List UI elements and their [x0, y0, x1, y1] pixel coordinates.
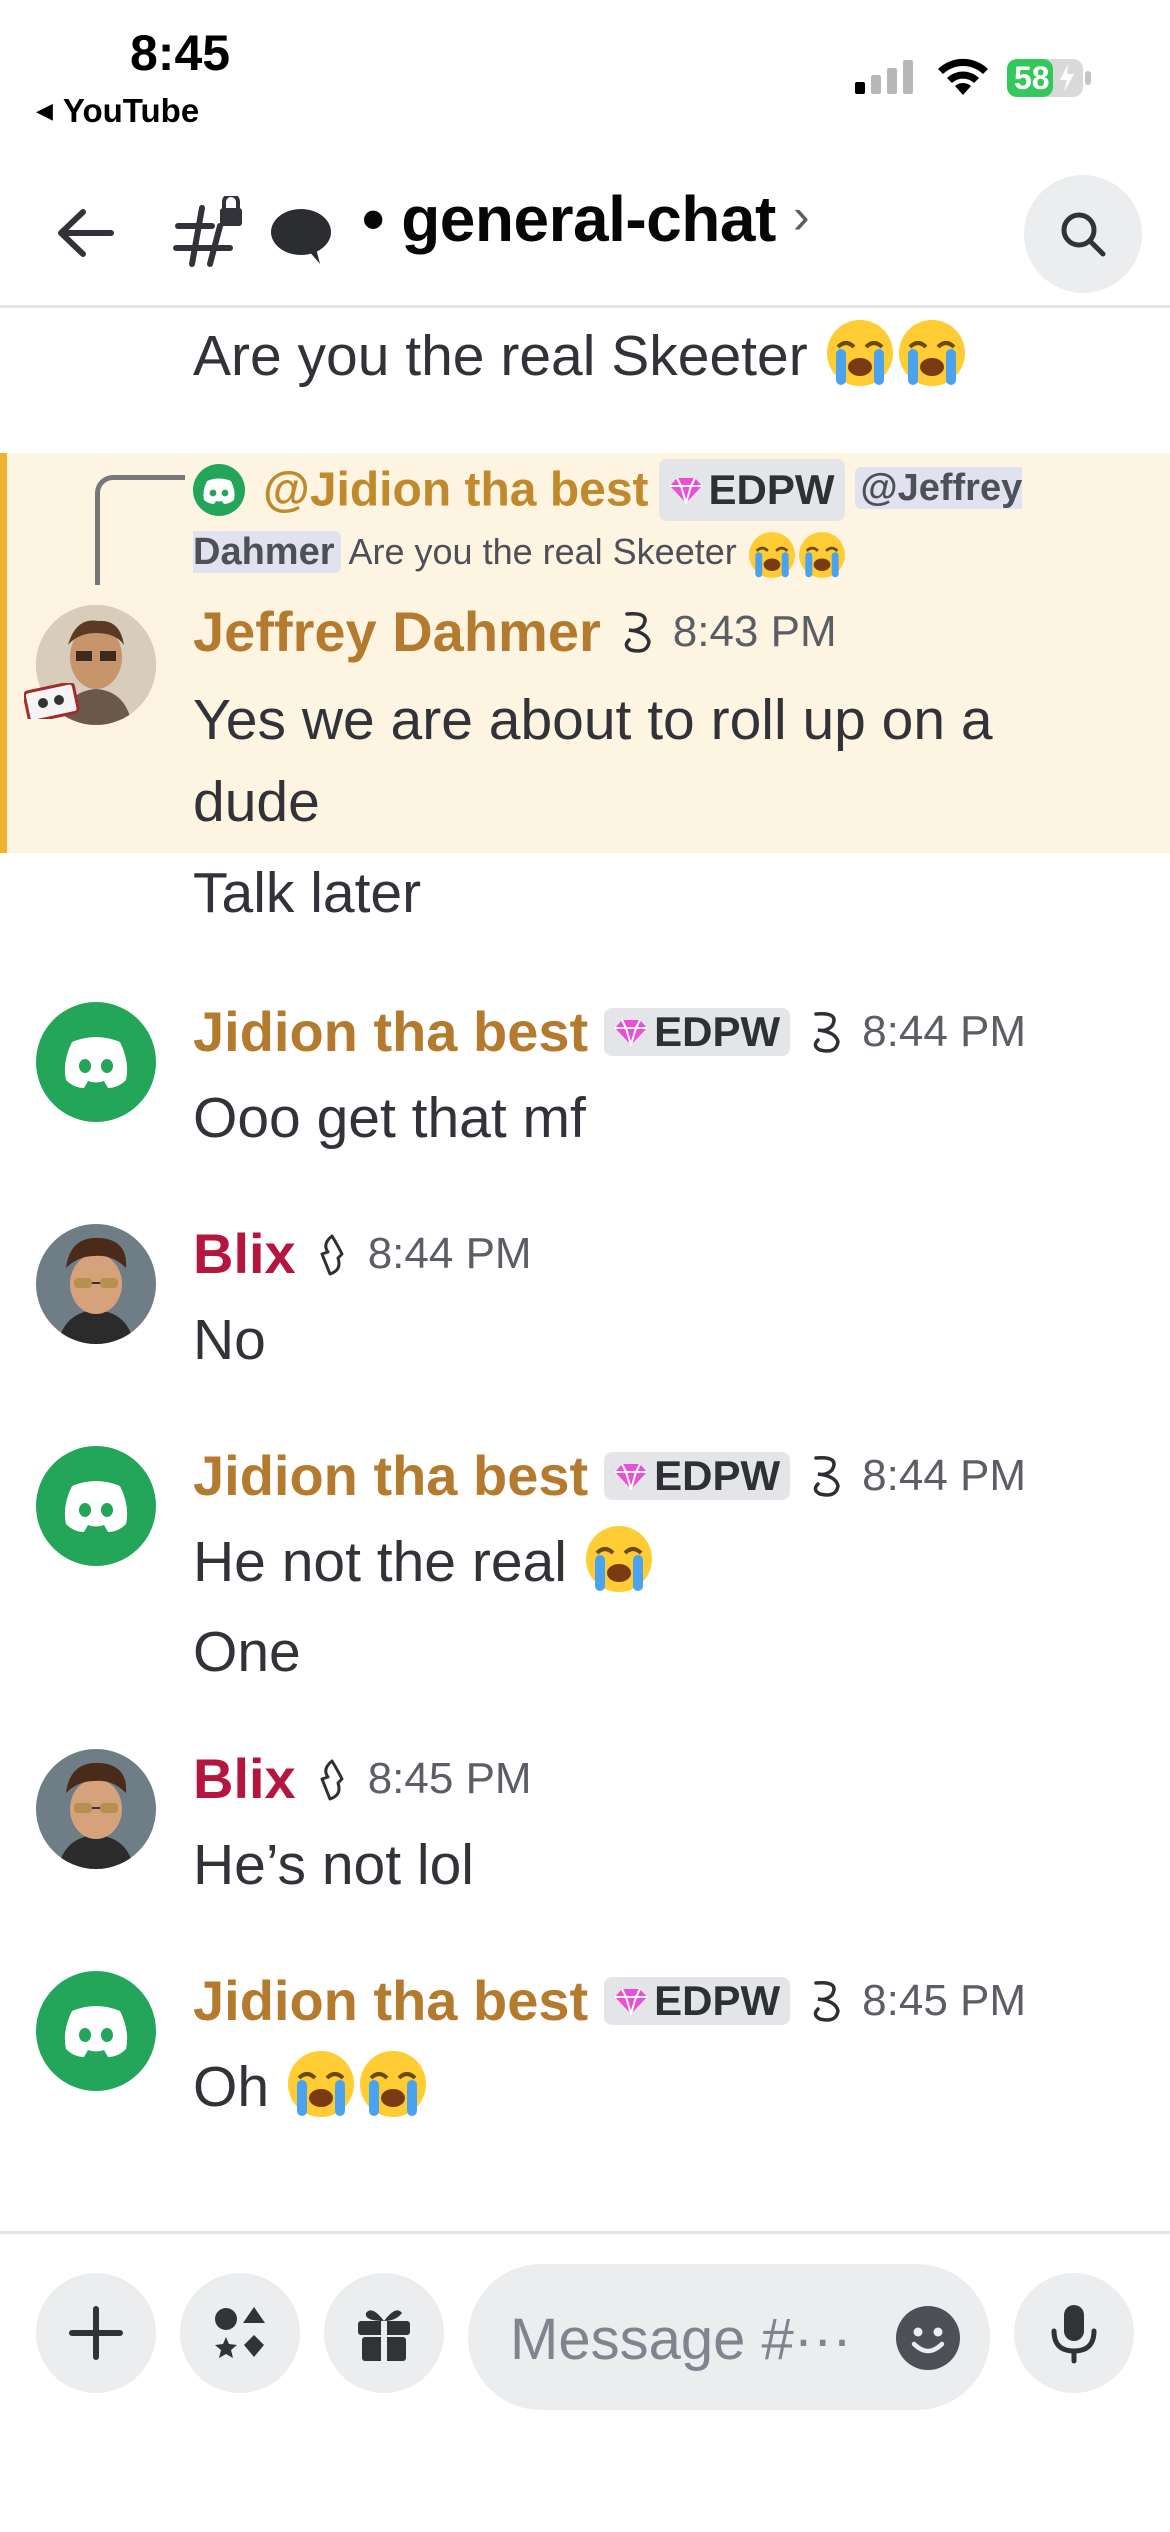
channel-header: • general-chat ›: [0, 160, 1170, 308]
loudly-crying-emoji-icon: [359, 2051, 426, 2117]
message-text: Ooo get that mf: [193, 1086, 586, 1150]
role-tag: EDPW: [604, 1451, 791, 1500]
discord-avatar-small: [193, 464, 245, 517]
chevron-right-icon: ›: [793, 188, 810, 244]
voice-message-button[interactable]: [1014, 2273, 1134, 2393]
swirl-badge-icon: [813, 1455, 840, 1497]
cellular-signal-icon: [855, 60, 913, 94]
timestamp: 8:45 PM: [367, 1753, 532, 1803]
clock: 8:45: [130, 25, 231, 81]
arrow-left-icon: [58, 209, 114, 257]
reply-connector: [95, 475, 185, 585]
author-name[interactable]: Jidion tha best: [193, 999, 588, 1064]
emoji-button[interactable]: [896, 2306, 960, 2370]
avatar-image: [36, 1749, 156, 1869]
message-header: Jidion tha best EDPW 8:44 PM: [193, 1443, 1026, 1508]
message-header: Blix 8:44 PM: [193, 1221, 532, 1286]
author-name[interactable]: Jeffrey Dahmer: [193, 599, 601, 664]
speech-bubble-icon: [271, 209, 331, 264]
gem-icon: [615, 1019, 648, 1046]
message-text: dude: [193, 770, 320, 834]
message-input-bar: Message #···: [0, 2231, 1170, 2532]
role-tag: EDPW: [658, 459, 845, 522]
message-text: Oh: [193, 2046, 429, 2128]
gift-icon: [358, 2310, 410, 2361]
message-header: Jidion tha best EDPW 8:45 PM: [193, 1968, 1026, 2033]
reply-author[interactable]: @Jidion tha best: [263, 463, 649, 516]
message-text: No: [193, 1308, 266, 1372]
message-header: Jidion tha best EDPW 8:44 PM: [193, 999, 1026, 1064]
battery-level: 58: [1014, 60, 1050, 96]
search-button[interactable]: [1024, 175, 1142, 293]
swirl-badge-icon: [624, 611, 651, 653]
back-triangle-icon: ◀: [36, 98, 53, 123]
message-text: He’s not lol: [193, 1833, 474, 1897]
back-to-app-link[interactable]: ◀ YouTube: [36, 92, 199, 130]
loudly-crying-emoji-icon: [898, 320, 965, 386]
apps-icon: [215, 2307, 265, 2358]
message-text: He not the real: [193, 1521, 655, 1603]
channel-title[interactable]: • general-chat ›: [362, 182, 810, 256]
author-name[interactable]: Jidion tha best: [193, 1968, 588, 2033]
role-tag: EDPW: [604, 1007, 791, 1056]
search-icon: [1061, 212, 1106, 257]
battery-icon: 58: [1006, 58, 1092, 98]
swirl-badge-icon: [813, 1980, 840, 2022]
avatar[interactable]: [36, 1224, 156, 1344]
message-placeholder: Message #···: [510, 2307, 852, 2372]
reply-text: Are you the real Skeeter: [348, 531, 737, 573]
loudly-crying-emoji-icon: [798, 532, 845, 578]
back-button[interactable]: [50, 198, 120, 268]
wifi-icon: [938, 58, 988, 95]
gem-icon: [669, 478, 702, 505]
message-header: Jeffrey Dahmer 8:43 PM: [193, 599, 837, 664]
message-input[interactable]: Message #···: [468, 2264, 990, 2410]
cassette-badge-icon: [24, 683, 80, 719]
timestamp: 8:43 PM: [672, 606, 837, 656]
timestamp: 8:44 PM: [862, 1450, 1027, 1500]
avatar-image: [36, 1224, 156, 1344]
plus-icon: [69, 2306, 123, 2360]
flame-badge-icon: [320, 1234, 344, 1275]
microphone-icon: [1051, 2305, 1097, 2364]
loudly-crying-emoji-icon: [585, 1526, 652, 1592]
timestamp: 8:44 PM: [367, 1228, 532, 1278]
loudly-crying-emoji-icon: [287, 2051, 354, 2117]
author-name[interactable]: Jidion tha best: [193, 1443, 588, 1508]
message-header: Blix 8:45 PM: [193, 1746, 532, 1811]
back-app-label: YouTube: [62, 92, 200, 129]
add-attachment-button[interactable]: [36, 2273, 156, 2393]
avatar[interactable]: [36, 1971, 156, 2091]
message-list[interactable]: Are you the real Skeeter @Jidion tha bes…: [0, 311, 1170, 2231]
loudly-crying-emoji-icon: [826, 320, 893, 386]
message-text: One: [193, 1620, 301, 1684]
message-text: Yes we are about to roll up on a: [193, 688, 993, 752]
role-tag: EDPW: [604, 1976, 791, 2025]
avatar[interactable]: [36, 1749, 156, 1869]
author-name[interactable]: Blix: [193, 1746, 296, 1811]
discord-logo-icon: [203, 478, 235, 505]
avatar[interactable]: [36, 1002, 156, 1122]
channel-name: • general-chat: [362, 183, 776, 255]
message-continuation: Talk later: [193, 861, 422, 925]
flame-badge-icon: [320, 1759, 344, 1800]
gem-icon: [615, 1463, 648, 1490]
avatar[interactable]: [36, 1446, 156, 1566]
loudly-crying-emoji-icon: [748, 532, 795, 578]
swirl-badge-icon: [813, 1011, 840, 1053]
message-continuation: Are you the real Skeeter: [193, 317, 968, 389]
author-name[interactable]: Blix: [193, 1221, 296, 1286]
gem-icon: [615, 1988, 648, 2015]
apps-button[interactable]: [180, 2273, 300, 2393]
locked-channel-hash-icon: [173, 196, 242, 267]
discord-logo-icon: [64, 2006, 128, 2057]
gift-button[interactable]: [324, 2273, 444, 2393]
reply-preview[interactable]: @Jidion tha best EDPW @Jeffrey Dahmer Ar…: [193, 457, 1063, 583]
discord-logo-icon: [64, 1481, 128, 1532]
timestamp: 8:44 PM: [862, 1006, 1027, 1056]
timestamp: 8:45 PM: [862, 1975, 1027, 2025]
smile-icon: [911, 2327, 945, 2354]
status-bar: 8:45 ◀ YouTube 58: [0, 0, 1170, 150]
discord-logo-icon: [64, 1037, 128, 1088]
